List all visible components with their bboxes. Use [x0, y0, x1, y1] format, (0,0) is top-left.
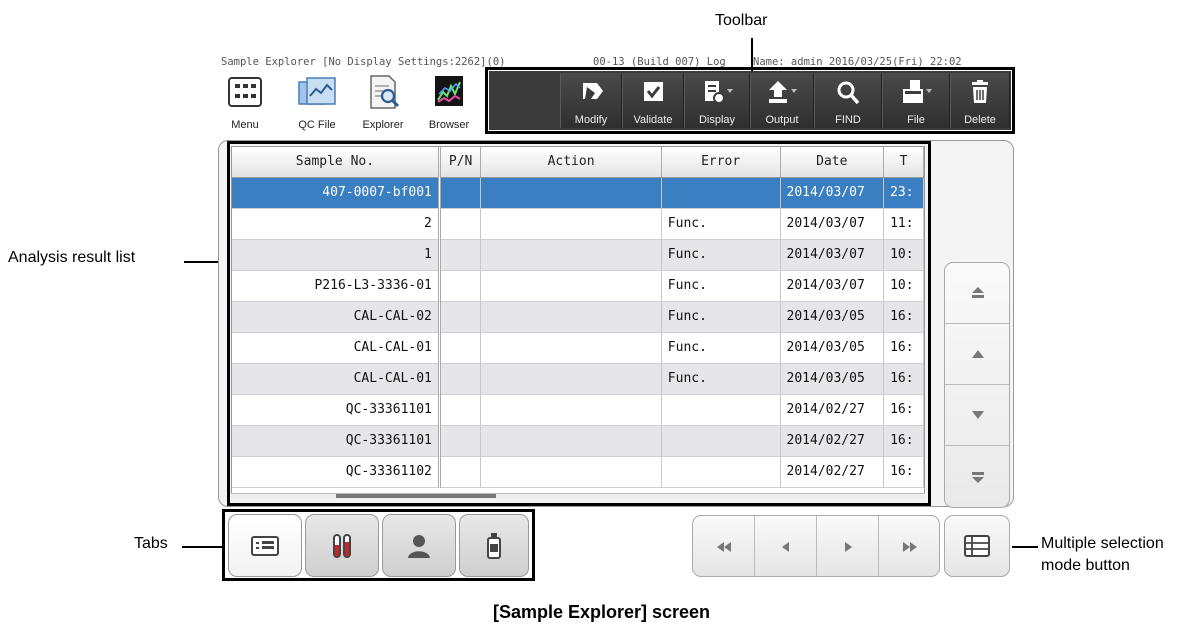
- tabs-annotation-line: [182, 546, 222, 548]
- file-button[interactable]: File: [882, 73, 950, 128]
- first-page-button[interactable]: [693, 516, 755, 576]
- double-down-arrow-icon: [972, 471, 984, 483]
- file-label: File: [907, 114, 925, 126]
- qc-file-button[interactable]: QC File: [289, 70, 345, 131]
- output-upload-icon: [769, 81, 797, 103]
- browser-button[interactable]: Browser: [421, 70, 477, 131]
- explorer-icon: [370, 75, 400, 109]
- explorer-label: Explorer: [362, 119, 404, 131]
- scroll-bottom-button[interactable]: [945, 446, 1009, 507]
- double-up-arrow-icon: [972, 287, 984, 298]
- vertical-scroll-buttons: [944, 262, 1010, 508]
- scroll-down-button[interactable]: [945, 385, 1009, 446]
- last-page-button[interactable]: [879, 516, 939, 576]
- menu-label: Menu: [231, 119, 259, 131]
- validate-check-icon: [644, 82, 663, 101]
- up-arrow-icon: [972, 350, 984, 358]
- find-label: FIND: [835, 114, 861, 126]
- delete-button[interactable]: Delete: [950, 73, 1010, 128]
- toolbar: Modify Validate Display Output FIND File: [489, 71, 1011, 130]
- browser-label: Browser: [428, 119, 470, 131]
- modify-eraser-icon: [583, 83, 603, 99]
- next-page-button[interactable]: [817, 516, 879, 576]
- right-arrow-icon: [844, 542, 852, 552]
- scroll-top-button[interactable]: [945, 263, 1009, 324]
- validate-button[interactable]: Validate: [622, 73, 684, 128]
- list-annotation: Analysis result list: [8, 249, 136, 266]
- double-left-arrow-icon: [716, 542, 731, 552]
- output-button[interactable]: Output: [750, 73, 814, 128]
- browser-icon: [435, 76, 463, 106]
- modify-button[interactable]: Modify: [560, 73, 622, 128]
- delete-label: Delete: [964, 114, 996, 126]
- figure-caption: [Sample Explorer] screen: [492, 602, 711, 622]
- menu-button[interactable]: Menu: [221, 70, 269, 131]
- previous-page-button[interactable]: [755, 516, 817, 576]
- file-icon: [903, 80, 932, 103]
- double-right-arrow-icon: [903, 542, 917, 552]
- display-button[interactable]: Display: [684, 73, 750, 128]
- delete-trash-icon: [972, 80, 988, 103]
- down-arrow-icon: [972, 411, 984, 419]
- tabs-highlight: [222, 509, 535, 581]
- multiple-selection-mode-button[interactable]: [944, 515, 1010, 577]
- find-button[interactable]: FIND: [814, 73, 882, 128]
- left-arrow-icon: [781, 542, 789, 552]
- validate-label: Validate: [633, 114, 673, 126]
- explorer-button[interactable]: Explorer: [355, 70, 411, 131]
- tabs-annotation: Tabs: [134, 535, 168, 552]
- multi-annotation-line: [1012, 546, 1038, 548]
- find-search-icon: [837, 81, 860, 105]
- modify-label: Modify: [574, 114, 608, 126]
- window-title: Sample Explorer [No Display Settings:226…: [221, 56, 506, 68]
- menu-grid-icon: [228, 77, 262, 107]
- toolbar-annotation: Toolbar: [715, 12, 768, 29]
- multi-annotation-line2: mode button: [1041, 557, 1130, 574]
- display-settings-icon: [705, 81, 733, 104]
- page-navigation: [692, 515, 940, 577]
- output-label: Output: [765, 114, 799, 126]
- multi-annotation-line1: Multiple selection: [1041, 535, 1164, 552]
- scroll-up-button[interactable]: [945, 324, 1009, 385]
- multi-select-list-icon: [964, 535, 990, 557]
- qc-file-icon: [298, 77, 336, 105]
- display-label: Display: [698, 114, 736, 126]
- result-list-highlight: [227, 141, 931, 506]
- qc-file-label: QC File: [298, 119, 336, 131]
